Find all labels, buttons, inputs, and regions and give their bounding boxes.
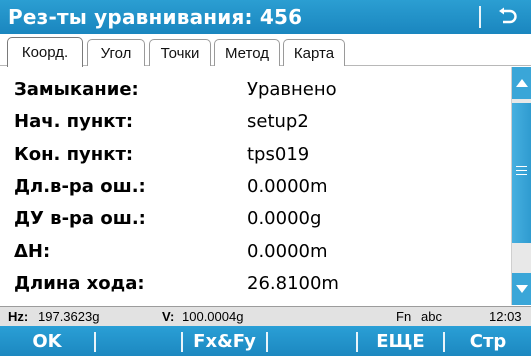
hz-label: Hz:	[8, 309, 29, 324]
fn-mode-indicator: Fn	[396, 309, 412, 324]
v-value: 100.0004g	[182, 309, 244, 324]
row-vector-error-length: Дл.в-ра ош.: 0.0000m	[0, 170, 511, 202]
row-traverse-length: Длина хода: 26.8100m	[0, 267, 511, 299]
row-value: 26.8100m	[247, 272, 339, 294]
row-label: Кон. пункт:	[14, 143, 134, 165]
arrow-up-icon[interactable]	[512, 67, 531, 99]
page-button[interactable]: Стр	[445, 326, 531, 356]
tab-coordinates[interactable]: Коорд.	[7, 37, 83, 67]
tab-points[interactable]: Точки	[149, 39, 211, 66]
row-closure: Замыкание: Уравнено	[0, 73, 511, 105]
row-value: 0.0000m	[247, 175, 328, 197]
v-label: V:	[162, 309, 175, 324]
row-label: ΔН:	[14, 240, 51, 262]
ok-button[interactable]: OK	[0, 326, 94, 356]
row-value: setup2	[247, 110, 309, 132]
row-label: Нач. пункт:	[14, 110, 134, 132]
tab-map[interactable]: Карта	[283, 39, 345, 66]
f2-button[interactable]	[96, 326, 181, 356]
row-value: 0.0000g	[247, 207, 322, 229]
row-delta-height: ΔН: 0.0000m	[0, 235, 511, 267]
row-vector-error-direction: ДУ в-ра ош.: 0.0000g	[0, 202, 511, 234]
scroll-thumb[interactable]	[512, 103, 531, 243]
title-separator	[479, 6, 481, 28]
status-bar: Hz: 197.3623g V: 100.0004g Fn abc 12:03	[0, 306, 531, 326]
tab-bar: Коорд. Угол Точки Метод Карта	[0, 34, 531, 67]
return-arrow-icon[interactable]	[493, 3, 521, 31]
clock: 12:03	[489, 309, 522, 324]
results-panel: Замыкание: Уравнено Нач. пункт: setup2 К…	[0, 67, 511, 307]
row-start-point: Нач. пункт: setup2	[0, 105, 511, 137]
row-label: Замыкание:	[14, 78, 139, 100]
f4-button[interactable]	[268, 326, 356, 356]
arrow-down-icon[interactable]	[512, 273, 531, 305]
vertical-scrollbar[interactable]	[511, 67, 531, 305]
row-end-point: Кон. пункт: tps019	[0, 138, 511, 170]
tab-method[interactable]: Метод	[214, 39, 280, 66]
row-value: 0.0000m	[247, 240, 328, 262]
page-title: Рез-ты уравнивания: 456	[8, 5, 303, 29]
row-label: Дл.в-ра ош.:	[14, 175, 146, 197]
row-label: Длина хода:	[14, 272, 145, 294]
function-key-bar: OK Fx&Fy ЕЩЕ Стр	[0, 326, 531, 356]
more-button[interactable]: ЕЩЕ	[358, 326, 443, 356]
row-label: ДУ в-ра ош.:	[14, 207, 146, 229]
tab-angle[interactable]: Угол	[87, 39, 145, 66]
row-value: tps019	[247, 143, 310, 165]
title-bar: Рез-ты уравнивания: 456	[0, 0, 531, 34]
input-mode-indicator: abc	[421, 309, 442, 324]
row-value: Уравнено	[247, 78, 337, 100]
fx-fy-button[interactable]: Fx&Fy	[183, 326, 266, 356]
hz-value: 197.3623g	[38, 309, 100, 324]
